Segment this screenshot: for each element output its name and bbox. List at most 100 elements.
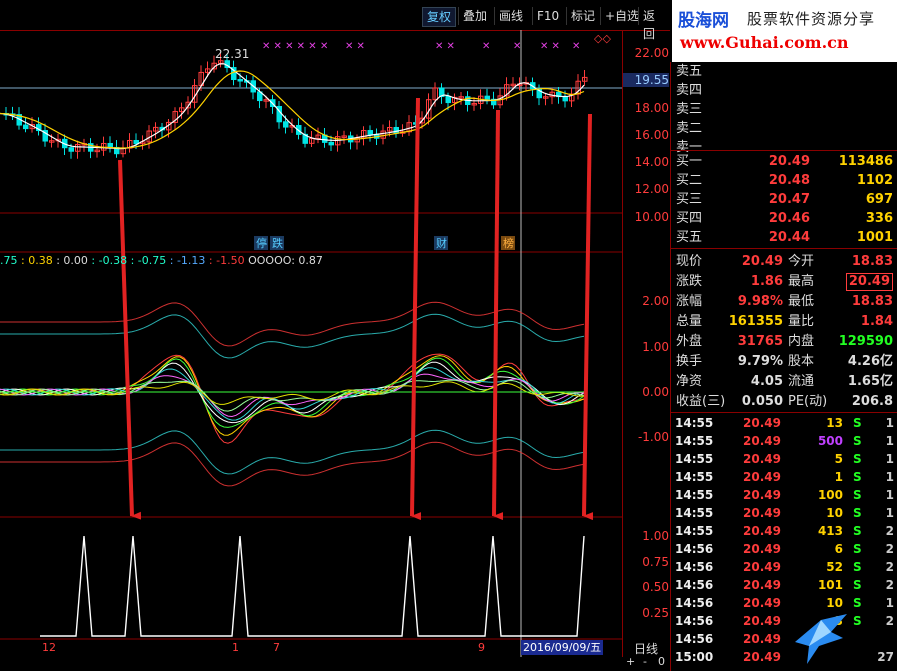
buy-label: 买四 bbox=[676, 211, 703, 226]
f10-button[interactable]: F10 bbox=[532, 7, 563, 25]
tick-time: 14:55 bbox=[675, 524, 714, 538]
chart-canvas[interactable]: ✕ ✕ ✕ ✕ ✕ ✕ ✕ ✕ ✕ ✕ ✕ ✕ ✕ ✕ ✕ ◇◇ 22.31 停… bbox=[0, 30, 622, 657]
buy-row[interactable]: 买二 20.48 1102 bbox=[671, 171, 897, 190]
tick-price: 20.49 bbox=[743, 416, 781, 430]
candle-body bbox=[562, 96, 568, 102]
tick-row[interactable]: 14:56 20.49 6 S 2 bbox=[671, 540, 897, 558]
sell-label: 卖五 bbox=[676, 64, 703, 79]
tick-row[interactable]: 14:55 20.49 413 S 2 bbox=[671, 522, 897, 540]
stat-value: 4.05 bbox=[750, 374, 783, 389]
stat-label: 涨幅 bbox=[676, 294, 703, 309]
restore-rights-button[interactable]: 复权 bbox=[422, 7, 457, 27]
y-tick-ind-2: 0.00 bbox=[642, 385, 669, 399]
tick-price: 20.49 bbox=[743, 650, 781, 664]
tick-row[interactable]: 14:5620.493S2 bbox=[671, 612, 897, 630]
buy-price: 20.48 bbox=[768, 173, 810, 188]
divider bbox=[671, 150, 897, 151]
tick-time: 14:56 bbox=[675, 632, 714, 646]
tick-count: 1 bbox=[885, 470, 894, 484]
y-tick-price-0: 22.00 bbox=[634, 46, 669, 60]
brand-url: www.Guhai.com.cn bbox=[680, 33, 849, 52]
stat-value: 9.79% bbox=[737, 354, 783, 369]
tick-row[interactable]: 14:55 20.49 10 S 1 bbox=[671, 504, 897, 522]
tick-row[interactable]: 14:56 20.49 101 S 2 bbox=[671, 576, 897, 594]
buy-row[interactable]: 买四 20.46 336 bbox=[671, 209, 897, 228]
y-tick-ind-1: 1.00 bbox=[642, 340, 669, 354]
sell-row[interactable]: 卖四 bbox=[671, 81, 897, 100]
chart-area[interactable]: ✕ ✕ ✕ ✕ ✕ ✕ ✕ ✕ ✕ ✕ ✕ ✕ ✕ ✕ ✕ ◇◇ 22.31 停… bbox=[0, 30, 622, 657]
mark-button[interactable]: 标记 bbox=[566, 7, 599, 25]
tick-row[interactable]: 14:55 20.49 100 S 1 bbox=[671, 486, 897, 504]
stat-label: 外盘 bbox=[676, 334, 703, 349]
tick-row[interactable]: 14:55 20.49 1 S 1 bbox=[671, 468, 897, 486]
toolbar: 复权 叠加 画线 F10 标记 +自选 返回 bbox=[0, 0, 670, 41]
stat-label: 今开 bbox=[788, 254, 815, 269]
sell-row[interactable]: 卖二 bbox=[671, 119, 897, 138]
buy-vol: 1001 bbox=[856, 230, 893, 245]
x-axis-bar: 12 1 7 9 2016/09/09/五 日线 + - 0 bbox=[0, 640, 670, 671]
tick-count: 2 bbox=[885, 578, 894, 592]
tick-side: S bbox=[853, 452, 862, 466]
sell-row[interactable]: 卖三 bbox=[671, 100, 897, 119]
buy-row[interactable]: 买三 20.47 697 bbox=[671, 190, 897, 209]
tick-row[interactable]: 14:56 20.49 bbox=[671, 630, 897, 648]
y-tick-price-6: 10.00 bbox=[634, 210, 669, 224]
candle-body bbox=[68, 147, 74, 152]
draw-line-button[interactable]: 画线 bbox=[494, 7, 527, 25]
y-tick-ind-3: -1.00 bbox=[637, 430, 669, 444]
buy-price: 20.49 bbox=[768, 154, 810, 169]
stat-value: 18.83 bbox=[851, 294, 893, 309]
tick-row[interactable]: 14:55 20.49 500 S 1 bbox=[671, 432, 897, 450]
tick-row[interactable]: 14:56 20.49 10 S 1 bbox=[671, 594, 897, 612]
add-watchlist-button[interactable]: +自选 bbox=[600, 7, 643, 25]
stat-label: 总量 bbox=[676, 314, 703, 329]
tick-side: S bbox=[853, 416, 862, 430]
tick-row[interactable]: 14:55 20.49 13 S 1 bbox=[671, 414, 897, 432]
marker-row-5: ✕ bbox=[482, 41, 490, 52]
tick-time: 14:56 bbox=[675, 560, 714, 574]
tick-side: S bbox=[853, 614, 862, 628]
tick-price: 20.49 bbox=[743, 596, 781, 610]
stat-value: 20.49 bbox=[741, 254, 783, 269]
y-tick-sig-3: 0.25 bbox=[642, 606, 669, 620]
buy-price: 20.47 bbox=[768, 192, 810, 207]
stat-label: 内盘 bbox=[788, 334, 815, 349]
stat-value: 9.98% bbox=[737, 294, 783, 309]
tick-volume: 10 bbox=[826, 596, 843, 610]
stat-value: 1.84 bbox=[860, 314, 893, 329]
tick-price: 20.49 bbox=[743, 470, 781, 484]
tick-price: 20.49 bbox=[743, 524, 781, 538]
overlay-button[interactable]: 叠加 bbox=[458, 7, 491, 25]
back-button[interactable]: 返回 bbox=[638, 7, 670, 41]
tick-count: 27 bbox=[877, 650, 894, 664]
sell-row[interactable]: 卖五 bbox=[671, 62, 897, 81]
tick-count: 1 bbox=[885, 416, 894, 430]
y-tick-ind-0: 2.00 bbox=[642, 294, 669, 308]
zoom-out-button[interactable]: - bbox=[643, 655, 647, 668]
tick-price: 20.49 bbox=[743, 452, 781, 466]
brand-watermark: 股海网 股票软件资源分享 www.Guhai.com.cn bbox=[672, 0, 897, 62]
zoom-in-button[interactable]: + bbox=[626, 655, 635, 668]
stat-row: 换手 9.79% 股本 4.26亿 bbox=[671, 352, 897, 372]
zoom-reset-button[interactable]: 0 bbox=[658, 655, 665, 668]
x-label-2: 7 bbox=[273, 641, 280, 654]
marker-row-8: ✕ bbox=[572, 41, 580, 52]
buy-vol: 336 bbox=[865, 211, 893, 226]
tick-count: 2 bbox=[885, 560, 894, 574]
signal-line bbox=[40, 535, 585, 637]
buy-row[interactable]: 买一 20.49 113486 bbox=[671, 152, 897, 171]
tick-time: 14:56 bbox=[675, 596, 714, 610]
tick-row[interactable]: 14:55 20.49 5 S 1 bbox=[671, 450, 897, 468]
buy-row[interactable]: 买五 20.44 1001 bbox=[671, 228, 897, 247]
stat-value: 20.49 bbox=[845, 273, 893, 291]
tick-row[interactable]: 15:00 20.49 27 bbox=[671, 648, 897, 666]
stat-row: 净资 4.05 流通 1.65亿 bbox=[671, 372, 897, 392]
tick-price: 20.49 bbox=[743, 488, 781, 502]
buy-vol: 697 bbox=[865, 192, 893, 207]
candle-body bbox=[484, 95, 490, 100]
price-marker-label: 19.55 bbox=[623, 73, 669, 87]
tick-row[interactable]: 14:56 20.49 52 S 2 bbox=[671, 558, 897, 576]
tick-price: 20.49 bbox=[743, 434, 781, 448]
tick-volume: 10 bbox=[826, 506, 843, 520]
readout-value-0: .75 bbox=[0, 254, 18, 267]
